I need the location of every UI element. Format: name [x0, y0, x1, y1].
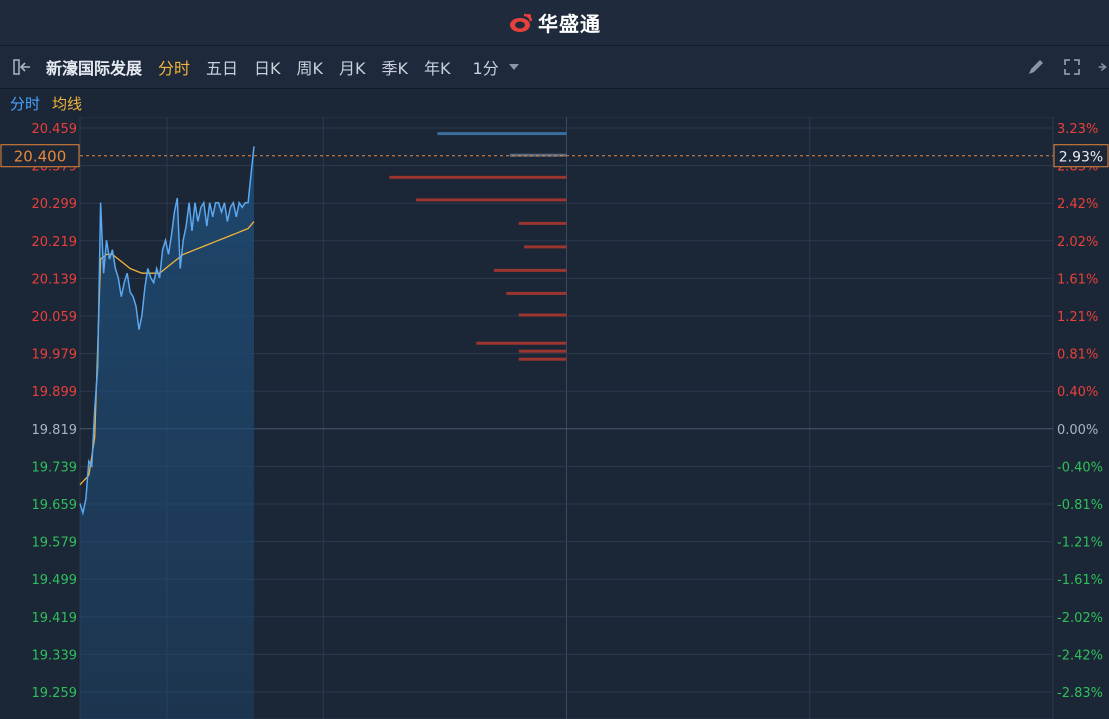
brand-name: 华盛通	[538, 12, 601, 36]
left-axis-tick-label: 19.259	[32, 686, 78, 701]
legend-price-line: 分时	[10, 94, 41, 113]
period-tabs: 分时 五日 日K 周K 月K 季K 年K	[150, 55, 459, 79]
chevron-down-icon	[508, 64, 519, 70]
order-book-bar	[509, 153, 567, 157]
right-axis-tick-label: -2.83%	[1057, 686, 1103, 701]
tab-intraday[interactable]: 分时	[150, 55, 198, 79]
chart-tools	[1025, 46, 1109, 88]
left-axis-tick-label: 20.299	[32, 197, 78, 212]
left-axis-tick-label: 20.219	[32, 235, 78, 250]
interval-dropdown-label: 1分	[472, 59, 499, 78]
crosshair-price-label: 20.400	[14, 148, 67, 166]
order-book-bar	[518, 357, 567, 361]
right-axis-tick-label: 0.40%	[1057, 385, 1098, 400]
left-axis-tick-label: 19.739	[32, 460, 78, 475]
right-axis-tick-label: 0.00%	[1057, 423, 1098, 438]
order-book-bar	[493, 268, 567, 272]
left-axis-tick-label: 19.979	[32, 348, 78, 363]
order-book-bars	[389, 132, 567, 361]
right-axis-tick-label: -1.21%	[1057, 536, 1103, 551]
arrow-right-icon[interactable]	[1097, 56, 1109, 78]
right-percent-axis: 3.23%2.83%2.42%2.02%1.61%1.21%0.81%0.40%…	[1057, 122, 1103, 701]
order-book-bar	[416, 198, 567, 202]
right-axis-tick-label: 3.23%	[1057, 122, 1098, 137]
intraday-chart[interactable]: 20.45920.37920.29920.21920.13920.05919.9…	[0, 117, 1109, 719]
brand-logo-icon	[510, 13, 533, 32]
right-axis-tick-label: -1.61%	[1057, 573, 1103, 588]
right-axis-tick-label: -2.42%	[1057, 648, 1103, 663]
tab-quarterly-k[interactable]: 季K	[374, 55, 417, 79]
title-bar: 华盛通	[0, 0, 1109, 46]
order-book-bar	[389, 175, 567, 179]
crosshair-percent-label: 2.93%	[1059, 150, 1103, 166]
tab-daily-k[interactable]: 日K	[246, 55, 289, 79]
brand: 华盛通	[508, 8, 601, 37]
chart-legend: 分时 均线	[0, 89, 1109, 117]
right-axis-tick-label: 2.02%	[1057, 235, 1098, 250]
right-axis-tick-label: 0.81%	[1057, 348, 1098, 363]
order-book-bar	[518, 313, 567, 317]
right-axis-tick-label: 1.21%	[1057, 310, 1098, 325]
left-axis-tick-label: 19.499	[32, 573, 78, 588]
left-axis-tick-label: 19.579	[32, 536, 78, 551]
left-axis-tick-label: 19.339	[32, 648, 78, 663]
left-axis-tick-label: 20.459	[32, 122, 78, 137]
pencil-icon[interactable]	[1025, 56, 1047, 78]
tab-five-day[interactable]: 五日	[198, 55, 246, 79]
collapse-sidebar-icon[interactable]	[12, 57, 34, 77]
order-book-bar	[518, 221, 567, 225]
left-axis-tick-label: 19.659	[32, 498, 78, 513]
order-book-bar	[524, 245, 567, 249]
left-axis-tick-label: 19.419	[32, 611, 78, 626]
stock-name: 新濠国际发展	[46, 59, 143, 78]
left-axis-tick-label: 20.059	[32, 310, 78, 325]
tab-yearly-k[interactable]: 年K	[416, 55, 459, 79]
fullscreen-icon[interactable]	[1061, 56, 1083, 78]
order-book-bar	[518, 349, 567, 353]
interval-dropdown[interactable]: 1分	[473, 55, 519, 79]
legend-average-line: 均线	[52, 94, 83, 113]
left-axis-tick-label: 19.819	[32, 423, 78, 438]
chart-toolbar: 新濠国际发展 分时 五日 日K 周K 月K 季K 年K 1分	[0, 46, 1109, 89]
tab-weekly-k[interactable]: 周K	[289, 55, 332, 79]
order-book-bar	[476, 341, 567, 345]
right-axis-tick-label: -0.40%	[1057, 460, 1103, 475]
right-axis-tick-label: -0.81%	[1057, 498, 1103, 513]
left-axis-tick-label: 20.139	[32, 272, 78, 287]
order-book-bar	[506, 291, 567, 295]
right-axis-tick-label: -2.02%	[1057, 611, 1103, 626]
left-price-axis: 20.45920.37920.29920.21920.13920.05919.9…	[32, 122, 78, 701]
right-axis-tick-label: 2.42%	[1057, 197, 1098, 212]
right-axis-tick-label: 1.61%	[1057, 272, 1098, 287]
left-axis-tick-label: 19.899	[32, 385, 78, 400]
order-book-bar	[437, 132, 567, 136]
tab-monthly-k[interactable]: 月K	[331, 55, 374, 79]
